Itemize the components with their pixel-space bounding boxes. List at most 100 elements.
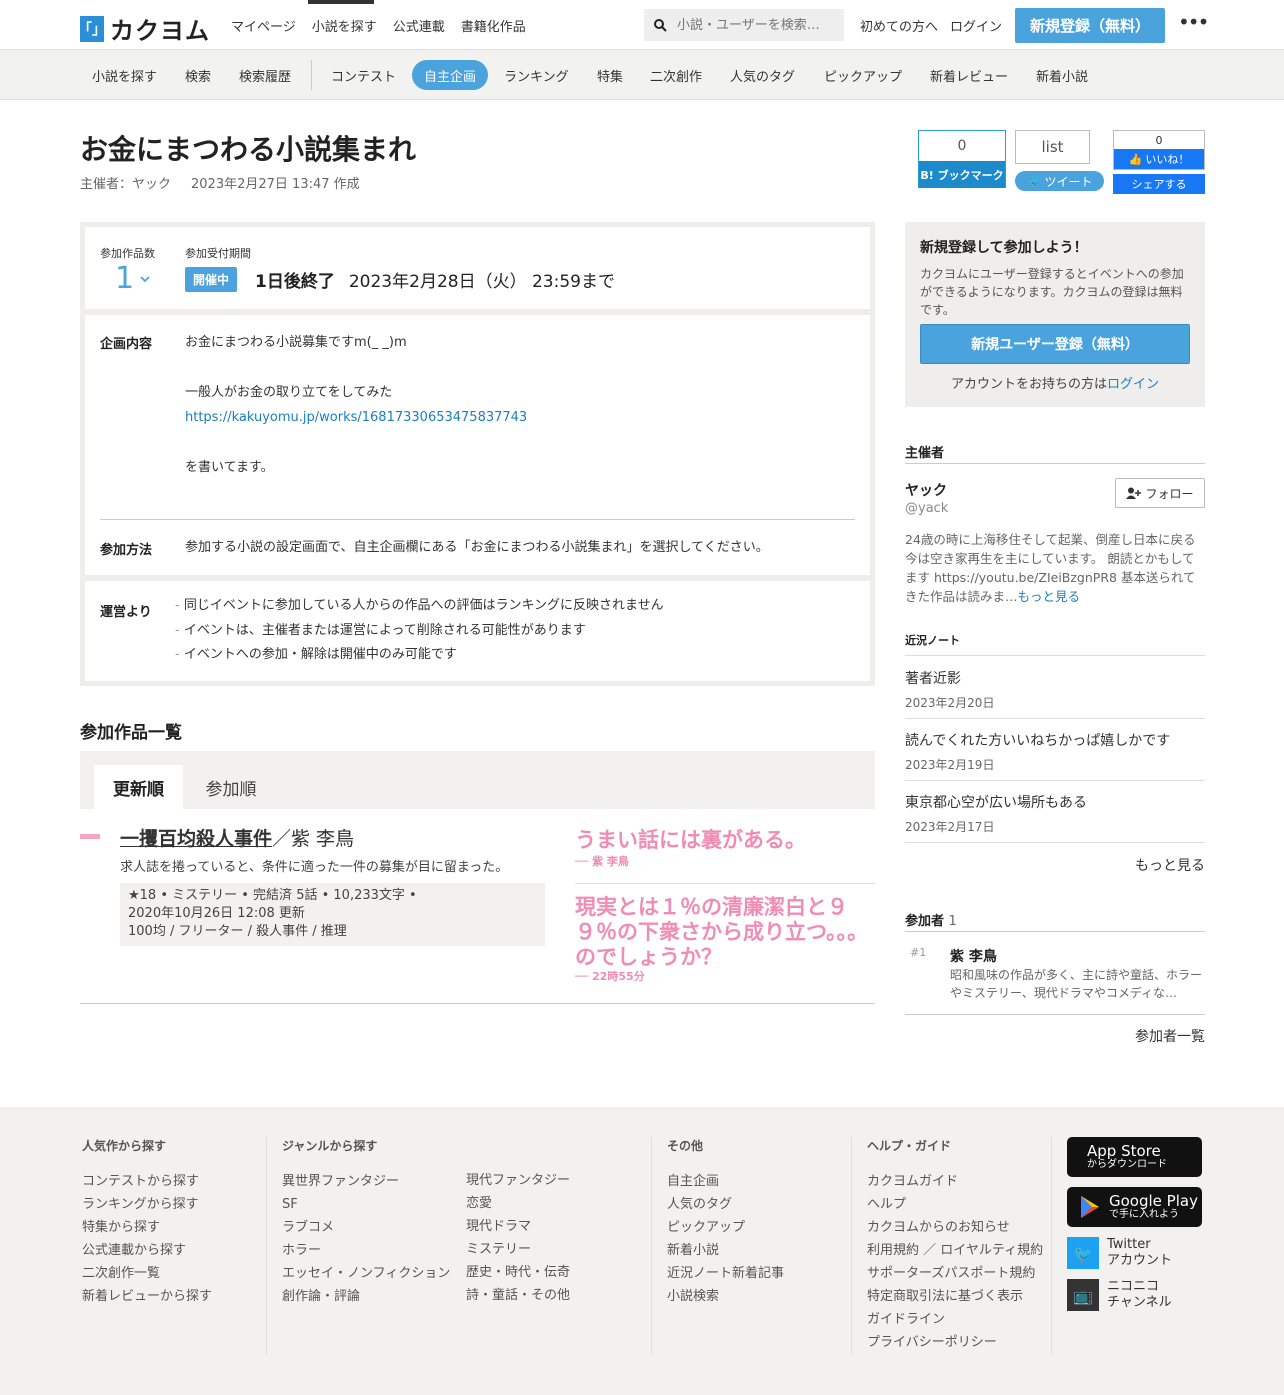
footer-link[interactable]: カクヨムガイド xyxy=(867,1170,1043,1193)
hatena-label: B! ブックマーク xyxy=(919,161,1005,188)
footer-link[interactable]: 創作論・評論 xyxy=(282,1285,450,1308)
login-link[interactable]: ログイン xyxy=(950,16,1002,35)
signup-button[interactable]: 新規登録（無料） xyxy=(1015,8,1165,43)
footer-col-popular: 人気作から探す コンテストから探す ランキングから探す 特集から探す 公式連載か… xyxy=(82,1137,212,1308)
more-menu-icon[interactable]: ••• xyxy=(1178,10,1209,34)
footer-link[interactable]: ラブコメ xyxy=(282,1216,450,1239)
footer-link[interactable]: コンテストから探す xyxy=(82,1170,212,1193)
note-title[interactable]: 東京都心空が広い場所もある xyxy=(905,792,1087,812)
organizer-name[interactable]: ヤック xyxy=(905,480,947,500)
work-author-link[interactable]: ／紫 李鳥 xyxy=(272,828,354,850)
subnav-contest[interactable]: コンテスト xyxy=(319,60,408,90)
subnav-find-novels[interactable]: 小説を探す xyxy=(80,60,169,90)
note-title[interactable]: 著者近影 xyxy=(905,668,961,688)
footer-heading: ヘルプ・ガイド xyxy=(867,1139,952,1153)
participants-count-toggle[interactable]: 1 xyxy=(115,261,150,296)
tab-joined[interactable]: 参加順 xyxy=(195,765,267,809)
footer-link[interactable]: 二次創作一覧 xyxy=(82,1262,212,1285)
bio-more-link[interactable]: もっと見る xyxy=(1018,589,1081,604)
footer-link[interactable]: ホラー xyxy=(282,1239,450,1262)
search-input[interactable] xyxy=(677,17,837,33)
niconico-channel-link[interactable]: 📺 ニコニコ チャンネル xyxy=(1067,1279,1172,1311)
google-play-sub: で手に入れよう xyxy=(1109,1209,1179,1220)
hatena-bookmark-button[interactable]: 0 B! ブックマーク xyxy=(918,130,1006,188)
niconico-tv-icon: 📺 xyxy=(1067,1279,1099,1311)
google-play-badge[interactable]: Google Play で手に入れよう xyxy=(1067,1187,1202,1227)
footer-link[interactable]: ランキングから探す xyxy=(82,1193,212,1216)
organizer-label[interactable]: 主催者：ヤック xyxy=(80,173,171,192)
footer-link[interactable]: 恋愛 xyxy=(466,1192,570,1215)
work-updated: 2020年10月26日 12:08 更新 xyxy=(128,906,305,921)
footer-link[interactable]: 特集から探す xyxy=(82,1216,212,1239)
catchphrase-1[interactable]: うまい話には裏がある。 xyxy=(575,827,806,853)
divider xyxy=(905,931,1205,932)
kakuyomu-logo[interactable]: 「」 カクヨム xyxy=(78,11,210,46)
footer-link[interactable]: 異世界ファンタジー xyxy=(282,1170,450,1193)
deadline: 2023年2月28日（火） 23:59まで xyxy=(348,272,615,292)
footer-link[interactable]: 特定商取引法に基づく表示 xyxy=(867,1285,1043,1308)
footer-link[interactable]: ガイドライン xyxy=(867,1308,1043,1331)
divider xyxy=(100,519,855,520)
footer-link[interactable]: 新着レビューから探す xyxy=(82,1285,212,1308)
footer-link[interactable]: 現代ドラマ xyxy=(466,1215,570,1238)
search-box[interactable] xyxy=(644,9,844,41)
list-button[interactable]: list xyxy=(1015,130,1090,164)
subnav-features[interactable]: 特集 xyxy=(585,60,635,90)
work-meta: ★18 • ミステリー • 完結済 5話 • 10,233文字 • 2020年1… xyxy=(120,883,545,946)
footer-link[interactable]: プライバシーポリシー xyxy=(867,1331,1043,1354)
sidebar-login-link[interactable]: ログイン xyxy=(1107,377,1159,392)
nav-find-novels[interactable]: 小説を探す xyxy=(312,16,377,35)
twitter-icon: 🐦 xyxy=(1067,1237,1099,1269)
footer-link[interactable]: 新着小説 xyxy=(667,1239,784,1262)
note-title[interactable]: 読んでくれた方いいねちかっぱ嬉しかです xyxy=(905,730,1170,750)
footer-link[interactable]: カクヨムからのお知らせ xyxy=(867,1216,1043,1239)
footer-link[interactable]: 自主企画 xyxy=(667,1170,784,1193)
footer-link[interactable]: ミステリー xyxy=(466,1238,570,1261)
subnav-ranking[interactable]: ランキング xyxy=(492,60,581,90)
event-info-box: 参加作品数 1 参加受付期間 開催中 1日後終了 2023年2月28日（火） 2… xyxy=(80,222,875,686)
facebook-share-button[interactable]: シェアする xyxy=(1113,174,1205,194)
footer-link[interactable]: ヘルプ xyxy=(867,1193,1043,1216)
subnav-fan-fiction[interactable]: 二次創作 xyxy=(638,60,714,90)
footer-link[interactable]: 近況ノート新着記事 xyxy=(667,1262,784,1285)
footer-link[interactable]: 詩・童話・その他 xyxy=(466,1284,570,1307)
footer-link[interactable]: サポーターズパスポート規約 xyxy=(867,1262,1043,1285)
subnav-search[interactable]: 検索 xyxy=(173,60,223,90)
footer-link[interactable]: 歴史・時代・伝奇 xyxy=(466,1261,570,1284)
subnav-user-events[interactable]: 自主企画 xyxy=(412,60,489,90)
facebook-like-button[interactable]: 0 👍 いいね！ xyxy=(1113,130,1205,170)
notes-more-link[interactable]: もっと見る xyxy=(1135,855,1205,875)
twitter-account-link[interactable]: 🐦 Twitter アカウント xyxy=(1067,1237,1172,1269)
footer-link[interactable]: ピックアップ xyxy=(667,1216,784,1239)
logo-text: カクヨム xyxy=(110,17,210,45)
subnav-popular-tags[interactable]: 人気のタグ xyxy=(718,60,807,90)
tab-updated[interactable]: 更新順 xyxy=(94,765,183,809)
subnav-search-history[interactable]: 検索履歴 xyxy=(227,60,303,90)
nav-official-series[interactable]: 公式連載 xyxy=(393,16,445,35)
created-date: 2023年2月27日 13:47 作成 xyxy=(191,177,360,192)
footer-link[interactable]: エッセイ・ノンフィクション xyxy=(282,1262,450,1285)
footer-link[interactable]: 小説検索 xyxy=(667,1285,784,1308)
participants-list-link[interactable]: 参加者一覧 xyxy=(1135,1026,1205,1046)
participant-name[interactable]: 紫 李鳥 xyxy=(950,946,997,966)
user-signup-button[interactable]: 新規ユーザー登録（無料） xyxy=(920,324,1190,364)
footer-link[interactable]: 公式連載から探す xyxy=(82,1239,212,1262)
work-tags[interactable]: 100均 / フリーター / 殺人事件 / 推理 xyxy=(128,923,537,941)
subnav-pickup[interactable]: ピックアップ xyxy=(812,60,914,90)
footer-link[interactable]: 人気のタグ xyxy=(667,1193,784,1216)
follow-button[interactable]: フォロー xyxy=(1115,478,1205,508)
work-title-link[interactable]: 一攫百均殺人事件 xyxy=(120,828,272,850)
content-link[interactable]: https://kakuyomu.jp/works/16817330653475… xyxy=(185,410,527,425)
first-time-link[interactable]: 初めての方へ xyxy=(860,16,938,35)
nav-published-works[interactable]: 書籍化作品 xyxy=(461,16,526,35)
tweet-button[interactable]: 🐦 ツイート xyxy=(1015,171,1104,191)
subnav-new-reviews[interactable]: 新着レビュー xyxy=(918,60,1020,90)
catchphrase-2[interactable]: 現実とは１％の清廉潔白と９９％の下衆さから成り立つ。。。のでしょうか？ xyxy=(575,895,875,970)
subnav-new-novels[interactable]: 新着小説 xyxy=(1024,60,1100,90)
active-nav-indicator xyxy=(308,0,374,4)
footer-link[interactable]: 現代ファンタジー xyxy=(466,1169,570,1192)
nav-mypage[interactable]: マイページ xyxy=(231,16,296,35)
app-store-badge[interactable]: App Store からダウンロード xyxy=(1067,1137,1202,1177)
footer-link[interactable]: 利用規約 ／ ロイヤルティ規約 xyxy=(867,1239,1043,1262)
footer-link[interactable]: SF xyxy=(282,1193,450,1216)
